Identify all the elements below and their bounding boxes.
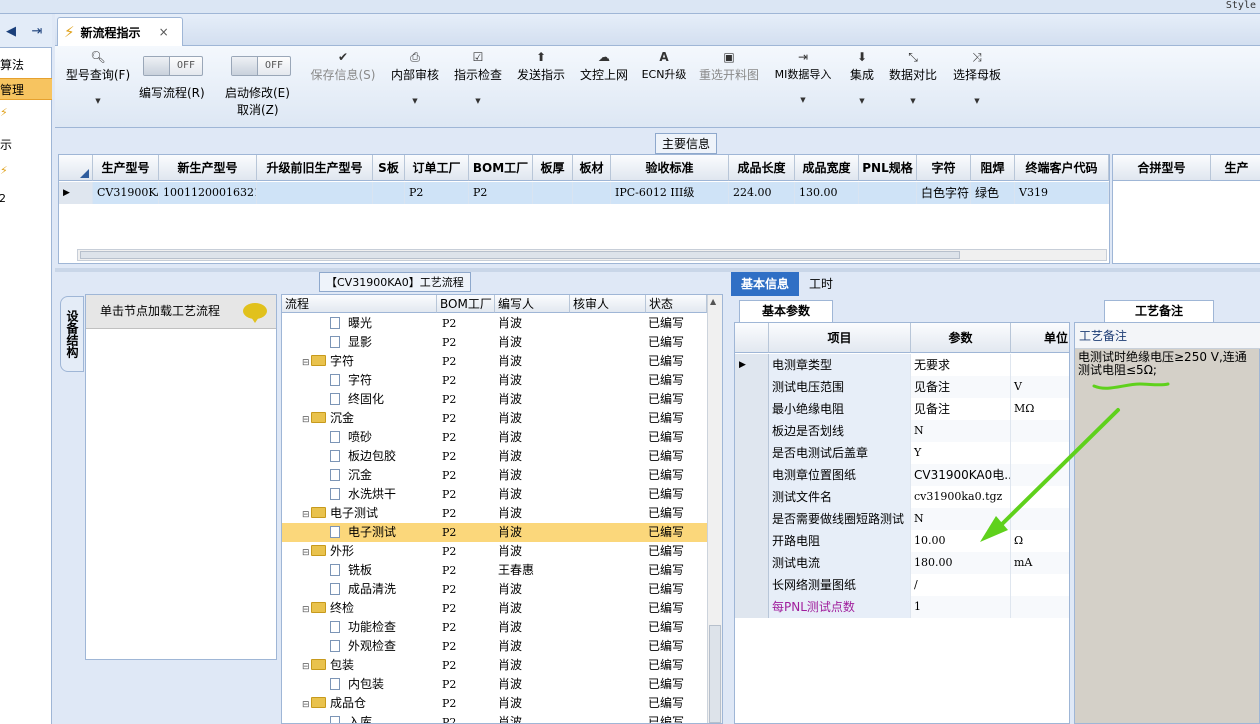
- annotation-underline: [1092, 382, 1170, 390]
- annotation-arrow-line: [994, 408, 1120, 532]
- annotation-overlay: [980, 382, 1170, 542]
